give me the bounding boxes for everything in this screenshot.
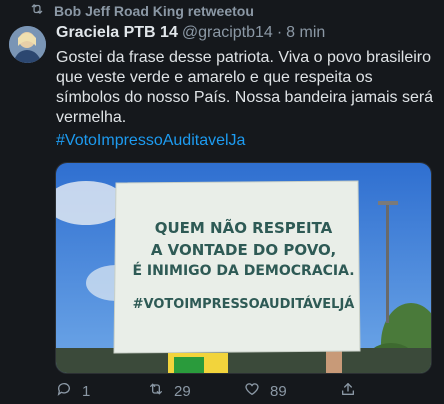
tweet-image[interactable]: QUEM NÃO RESPEITA A VONTADE DO POVO, É I… [55, 162, 432, 374]
hashtag-link[interactable]: #VotoImpressoAuditavelJa [56, 132, 245, 150]
retweet-icon [148, 381, 164, 401]
sign-line-3: É INIMIGO DA DEMOCRACIA. [132, 263, 355, 279]
author-name[interactable]: Graciela PTB 14 [56, 24, 178, 42]
share-button[interactable] [340, 381, 356, 401]
tweet-text: Gostei da frase desse patriota. Viva o p… [56, 49, 434, 126]
sign-line-4: #VOTOIMPRESSOAUDITÁVELJÁ [132, 297, 355, 312]
reply-button[interactable]: 1 [56, 381, 148, 401]
timestamp[interactable]: 8 min [286, 24, 325, 42]
like-button[interactable]: 89 [244, 381, 340, 401]
reply-icon [56, 381, 72, 401]
avatar[interactable] [9, 26, 46, 63]
retweet-button[interactable]: 29 [148, 381, 244, 401]
retweet-icon [30, 2, 44, 21]
like-count: 89 [270, 382, 287, 400]
heart-icon [244, 381, 260, 401]
retweet-count: 29 [174, 382, 191, 400]
retweet-context[interactable]: Bob Jeff Road King retweetou [30, 0, 254, 22]
share-icon [340, 381, 356, 401]
retweet-label: Bob Jeff Road King retweetou [54, 3, 254, 19]
sign-line-1: QUEM NÃO RESPEITA [154, 219, 333, 237]
author-handle[interactable]: @graciptb14 [182, 24, 273, 42]
reply-count: 1 [82, 382, 91, 400]
sign-line-2: A VONTADE DO POVO, [150, 241, 337, 259]
tweet-header: Graciela PTB 14 @graciptb14 · 8 min [56, 24, 325, 42]
separator-dot: · [276, 24, 283, 41]
action-bar: 1 29 89 [56, 380, 426, 402]
